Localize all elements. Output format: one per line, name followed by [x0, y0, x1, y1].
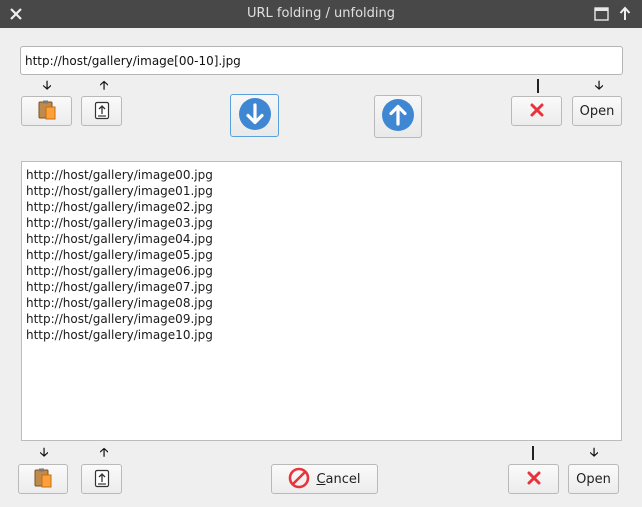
clear-url-button[interactable] — [511, 96, 562, 126]
window-title: URL folding / unfolding — [246, 6, 396, 21]
title-bar: URL folding / unfolding — [0, 0, 642, 28]
arrow-up-icon: 🡡 — [99, 78, 109, 92]
paste-button-bottom[interactable] — [18, 464, 68, 494]
list-item: http://host/gallery/image05.jpg — [26, 248, 213, 262]
fold-button[interactable] — [374, 95, 422, 138]
paste-button[interactable] — [21, 96, 72, 126]
open-button-bottom[interactable]: Open — [568, 464, 619, 494]
bar-icon — [532, 446, 534, 460]
clipboard-copy-icon — [92, 99, 112, 124]
list-item: http://host/gallery/image09.jpg — [26, 312, 213, 326]
arrow-down-icon: 🡣 — [589, 445, 599, 459]
arrow-down-icon: 🡣 — [42, 78, 52, 92]
open-label: Open — [576, 471, 611, 487]
list-item: http://host/gallery/image08.jpg — [26, 296, 213, 310]
expand-button[interactable] — [230, 94, 279, 137]
list-item: http://host/gallery/image04.jpg — [26, 232, 213, 246]
list-item: http://host/gallery/image07.jpg — [26, 280, 213, 294]
clipboard-copy-icon — [92, 467, 112, 492]
maximize-icon[interactable] — [594, 7, 609, 21]
open-button-top[interactable]: Open — [572, 96, 622, 126]
url-pattern-input[interactable] — [20, 46, 623, 75]
arrow-up-circle-icon — [381, 98, 415, 135]
pin-up-icon[interactable] — [618, 6, 632, 22]
cancel-icon — [288, 467, 310, 492]
cancel-button[interactable]: Cancel — [271, 464, 378, 494]
clipboard-paste-icon — [32, 467, 54, 492]
arrow-down-icon: 🡣 — [39, 445, 49, 459]
copy-button-bottom[interactable] — [81, 464, 122, 494]
open-label: Open — [579, 103, 615, 119]
red-x-icon — [529, 102, 545, 121]
list-item: http://host/gallery/image03.jpg — [26, 216, 213, 230]
clear-list-button[interactable] — [508, 464, 559, 494]
red-x-icon — [526, 470, 542, 489]
cancel-label: Cancel — [316, 471, 361, 487]
list-item: http://host/gallery/image01.jpg — [26, 184, 213, 198]
clipboard-paste-icon — [36, 99, 58, 124]
list-item: http://host/gallery/image06.jpg — [26, 264, 213, 278]
list-item: http://host/gallery/image10.jpg — [26, 328, 213, 342]
list-item: http://host/gallery/image00.jpg — [26, 168, 213, 182]
bar-icon — [537, 79, 539, 93]
arrow-down-circle-icon — [238, 97, 272, 134]
url-list[interactable]: http://host/gallery/image00.jpg http://ho… — [21, 161, 622, 441]
arrow-down-icon: 🡣 — [594, 78, 604, 92]
copy-button[interactable] — [81, 96, 122, 126]
list-item: http://host/gallery/image02.jpg — [26, 200, 213, 214]
arrow-up-icon: 🡡 — [99, 445, 109, 459]
